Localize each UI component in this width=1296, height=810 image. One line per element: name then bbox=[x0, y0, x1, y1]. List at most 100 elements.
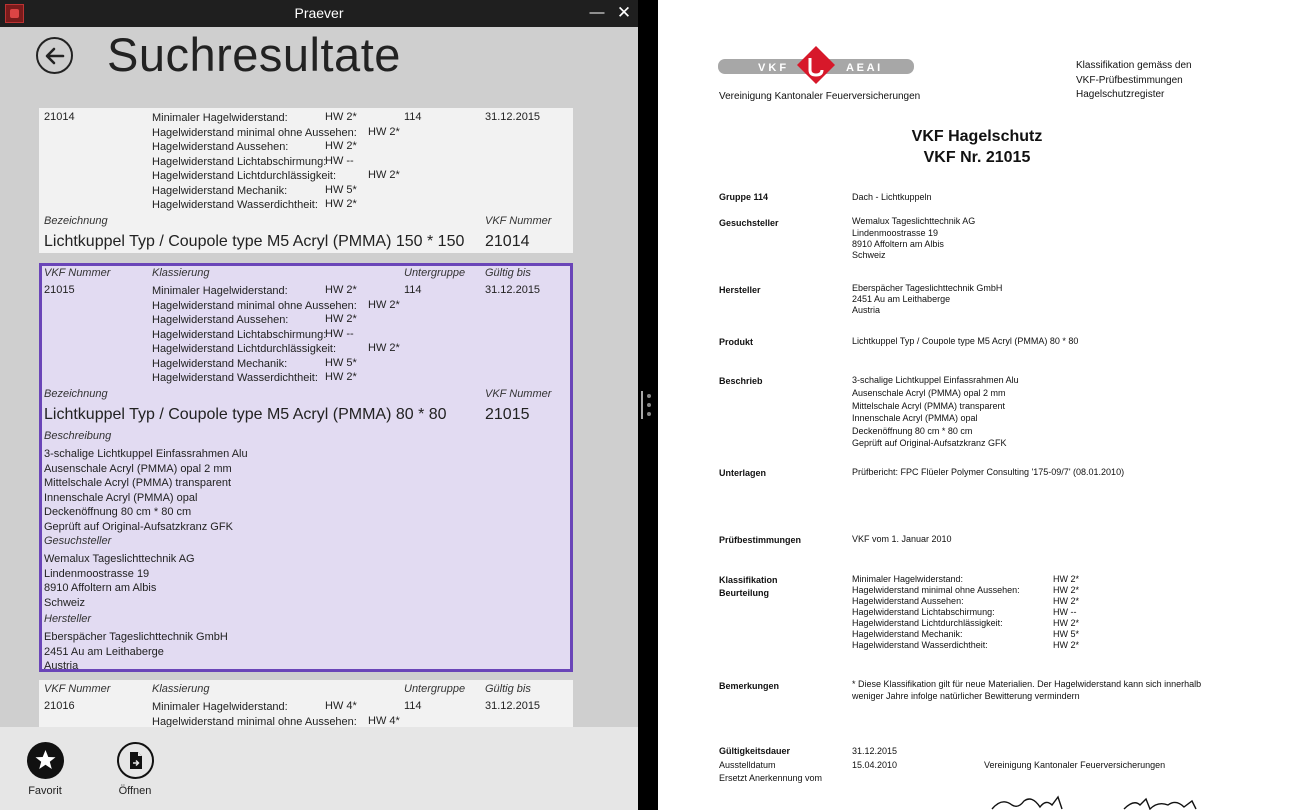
minimize-button[interactable]: — bbox=[584, 2, 610, 24]
classification-name: Hagelwiderstand Aussehen: bbox=[852, 596, 964, 606]
classification-value: HW 2* bbox=[1053, 574, 1080, 584]
description-line: Innenschale Acryl (PMMA) opal bbox=[44, 491, 198, 504]
address-line: 8910 Affoltern am Albis bbox=[44, 582, 157, 594]
valid-until-value: 31.12.2015 bbox=[485, 284, 541, 296]
classification-name: Hagelwiderstand Lichtdurchlässigkeit: bbox=[152, 170, 337, 182]
signer-org: Vereinigung Kantonaler Feuerversicherung… bbox=[984, 760, 1166, 770]
title-bar: Praever — ✕ bbox=[0, 0, 638, 27]
valid-until-value: 31.12.2015 bbox=[485, 700, 541, 712]
arrow-left-icon bbox=[45, 47, 65, 65]
manufacturer-line: Austria bbox=[852, 305, 881, 315]
app-window: Praever — ✕ Suchresultate 21014 Minimale… bbox=[0, 0, 638, 810]
classification-name: Hagelwiderstand minimal ohne Aussehen: bbox=[152, 126, 357, 139]
product-value: Lichtkuppel Typ / Coupole type M5 Acryl … bbox=[852, 336, 1079, 346]
applicant-address: Wemalux Tageslichttechnik AG Lindenmoost… bbox=[44, 552, 195, 610]
doc-subtitle: VKF Nr. 21015 bbox=[923, 149, 1031, 166]
designation-value: Lichtkuppel Typ / Coupole type M5 Acryl … bbox=[44, 406, 447, 423]
classification-name: Hagelwiderstand Wasserdichtheit: bbox=[852, 640, 988, 650]
vkf-number-label: VKF Nummer bbox=[485, 388, 552, 400]
valid-until-value: 31.12.2015 bbox=[485, 111, 541, 123]
address-line: Wemalux Tageslichttechnik AG bbox=[44, 553, 195, 565]
designation-value: Lichtkuppel Typ / Coupole type M5 Acryl … bbox=[44, 233, 465, 250]
classification-value: HW 2* bbox=[1053, 640, 1080, 650]
classification-key: Klassifikation bbox=[719, 575, 778, 585]
classification-value: HW 2* bbox=[325, 111, 357, 123]
open-file-icon bbox=[116, 742, 154, 779]
description-line: Mittelschale Acryl (PMMA) transparent bbox=[852, 401, 1006, 411]
classification-name: Hagelwiderstand minimal ohne Aussehen: bbox=[852, 585, 1020, 595]
back-button[interactable] bbox=[36, 37, 73, 74]
description-line: Deckenöffnung 80 cm * 80 cm bbox=[44, 506, 192, 518]
validity-key: Gültigkeitsdauer bbox=[719, 746, 791, 756]
vkf-number-value: 21014 bbox=[485, 233, 530, 250]
open-button[interactable]: Öffnen bbox=[105, 742, 165, 797]
classification-name: Minimaler Hagelwiderstand: bbox=[852, 574, 964, 584]
description-line: Ausenschale Acryl (PMMA) opal 2 mm bbox=[44, 462, 232, 475]
address-line: 2451 Au am Leithaberge bbox=[44, 645, 164, 658]
manufacturer-label: Hersteller bbox=[44, 613, 92, 625]
description-text: 3-schalige Lichtkuppel Einfassrahmen Alu… bbox=[44, 447, 248, 534]
classification-value: HW 2* bbox=[325, 140, 357, 152]
applicant-label: Gesuchsteller bbox=[44, 535, 112, 547]
classification-label: Klassierung bbox=[152, 683, 210, 695]
page-title: Suchresultate bbox=[107, 28, 401, 81]
description-line: Mittelschale Acryl (PMMA) transparent bbox=[44, 477, 232, 489]
address-line: Eberspächer Tageslichttechnik GmbH bbox=[44, 631, 228, 643]
result-item[interactable]: VKF Nummer Klassierung Untergruppe Gülti… bbox=[39, 680, 573, 727]
classification-value: HW 2* bbox=[325, 313, 357, 325]
classification-name: Hagelwiderstand minimal ohne Aussehen: bbox=[152, 299, 357, 312]
classification-value: HW 2* bbox=[368, 298, 400, 311]
description-line: 3-schalige Lichtkuppel Einfassrahmen Alu bbox=[44, 448, 248, 460]
app-bar: Favorit Öffnen bbox=[0, 727, 638, 810]
address-line: Schweiz bbox=[44, 596, 85, 609]
signature-image bbox=[991, 795, 1197, 810]
doc-title: VKF Hagelschutz bbox=[911, 128, 1043, 145]
document-viewer[interactable]: V K F A E A I Vereinigung Kantonaler Feu… bbox=[658, 0, 1296, 810]
designation-label: Bezeichnung bbox=[44, 215, 108, 227]
klass-note-line: VKF-Prüfbestimmungen bbox=[1076, 75, 1183, 86]
issue-date-key: Ausstelldatum bbox=[719, 760, 776, 770]
classification-value: HW 5* bbox=[325, 183, 357, 196]
favorite-button[interactable]: Favorit bbox=[15, 742, 75, 797]
classification-name: Hagelwiderstand Lichtabschirmung: bbox=[852, 607, 995, 617]
results-list[interactable]: 21014 Minimaler Hagelwiderstand: Hagelwi… bbox=[39, 108, 573, 727]
test-rules-value: VKF vom 1. Januar 2010 bbox=[852, 534, 952, 544]
vkf-number-label: VKF Nummer bbox=[44, 683, 111, 695]
manufacturer-line: Eberspächer Tageslichttechnik GmbH bbox=[852, 283, 1003, 293]
classification-name: Hagelwiderstand Mechanik: bbox=[852, 629, 963, 639]
split-view-handle[interactable] bbox=[638, 0, 658, 810]
manufacturer-address: Eberspächer Tageslichttechnik GmbH 2451 … bbox=[44, 630, 228, 674]
applicant-key: Gesuchsteller bbox=[719, 218, 779, 228]
manufacturer-key: Hersteller bbox=[719, 285, 761, 295]
classification-value: HW -- bbox=[325, 154, 354, 167]
grip-dot bbox=[647, 394, 651, 398]
close-button[interactable]: ✕ bbox=[611, 2, 637, 24]
description-line: Deckenöffnung 80 cm * 80 cm bbox=[852, 426, 973, 436]
svg-text:A E A I: A E A I bbox=[846, 62, 880, 74]
splitter-bar bbox=[641, 391, 643, 419]
issue-date-value: 15.04.2010 bbox=[852, 760, 898, 770]
svg-text:V K F: V K F bbox=[758, 62, 786, 74]
klass-note-line: Hagelschutzregister bbox=[1076, 89, 1165, 100]
result-item-selected[interactable]: VKF Nummer Klassierung Untergruppe Gülti… bbox=[39, 263, 573, 672]
classification-value: HW 2* bbox=[325, 198, 357, 210]
classification-value: HW 2* bbox=[1053, 618, 1080, 628]
classification-name: Hagelwiderstand Lichtdurchlässigkeit: bbox=[152, 343, 337, 355]
documents-key: Unterlagen bbox=[719, 468, 767, 478]
classification-value: HW 2* bbox=[325, 371, 357, 383]
result-item[interactable]: 21014 Minimaler Hagelwiderstand: Hagelwi… bbox=[39, 108, 573, 253]
window-title: Praever bbox=[294, 5, 344, 21]
vkf-number-label: VKF Nummer bbox=[485, 215, 552, 227]
classification-value: HW 5* bbox=[1053, 629, 1080, 639]
remarks-line: * Diese Klassifikation gilt für neue Mat… bbox=[852, 679, 1202, 689]
remarks-line: weniger Jahre infolge natürlicher Bewitt… bbox=[852, 691, 1080, 701]
classification-value: HW 4* bbox=[325, 700, 357, 712]
validity-value: 31.12.2015 bbox=[852, 746, 898, 756]
grip-dot bbox=[647, 403, 651, 407]
product-key: Produkt bbox=[719, 337, 754, 347]
description-line: Innenschale Acryl (PMMA) opal bbox=[852, 413, 978, 423]
classification-value: HW 2* bbox=[325, 284, 357, 296]
subgroup-value: 114 bbox=[404, 700, 422, 712]
org-name: Vereinigung Kantonaler Feuerversicherung… bbox=[719, 91, 921, 102]
grip-dot bbox=[647, 412, 651, 416]
